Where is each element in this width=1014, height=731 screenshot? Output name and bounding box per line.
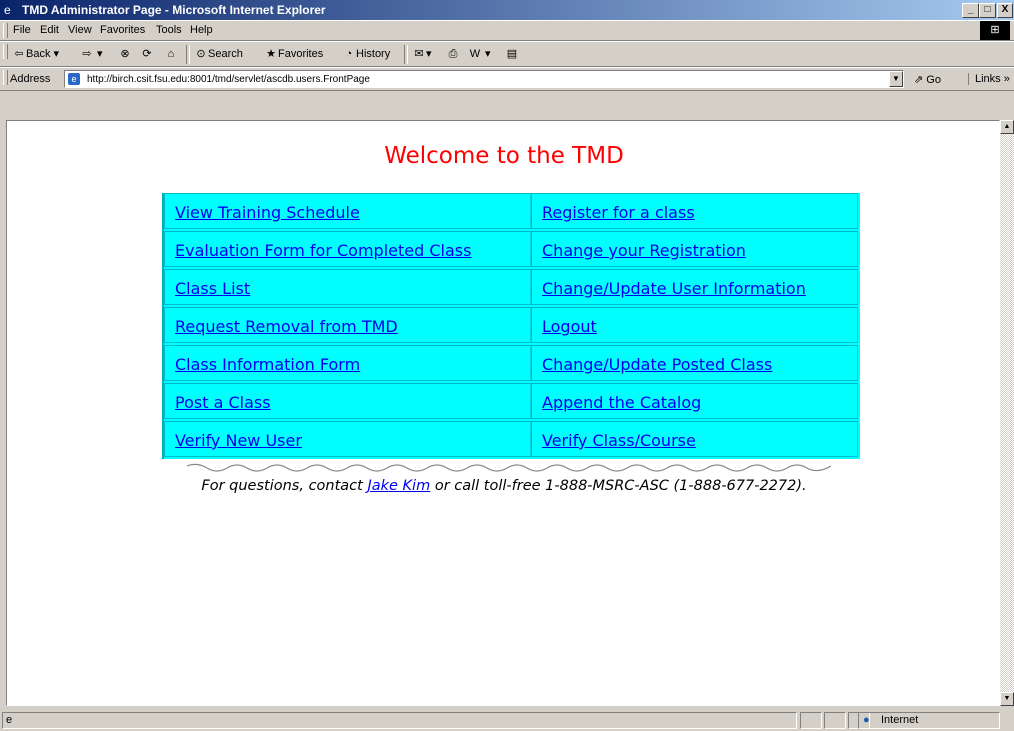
table-cell: Change/Update User Information: [531, 269, 858, 305]
link-evaluation-form[interactable]: Evaluation Form for Completed Class: [175, 241, 471, 260]
status-bar: e ● Internet: [0, 710, 1014, 731]
page-status-icon: e: [6, 714, 13, 726]
address-input[interactable]: [87, 72, 867, 86]
link-update-posted-class[interactable]: Change/Update Posted Class: [542, 355, 772, 374]
word-icon: W: [469, 48, 481, 61]
table-cell: Change/Update Posted Class: [531, 345, 858, 381]
discuss-button[interactable]: ▤: [505, 47, 519, 61]
menu-bar: File Edit View Favorites Tools Help ⊞: [0, 20, 1014, 41]
history-button[interactable]: ◔ History: [342, 47, 391, 61]
table-cell: Register for a class: [531, 193, 858, 229]
table-cell: Post a Class: [164, 383, 531, 419]
mail-button[interactable]: ✉ ▾: [412, 47, 431, 61]
table-cell: Change your Registration: [531, 231, 858, 267]
minimize-button[interactable]: _: [962, 3, 979, 18]
home-button[interactable]: ⌂: [164, 47, 178, 61]
refresh-icon: ⟳: [142, 48, 152, 60]
menu-view[interactable]: View: [68, 24, 92, 36]
links-button[interactable]: Links »: [968, 73, 1010, 85]
link-post-a-class[interactable]: Post a Class: [175, 393, 271, 412]
page-icon: e: [68, 73, 80, 85]
forward-button[interactable]: ⇨ ▾: [80, 47, 102, 61]
squiggle-divider: [187, 463, 831, 472]
back-arrow-icon: ⇦: [14, 48, 24, 61]
status-text-pane: e: [2, 712, 797, 729]
title-bar: e TMD Administrator Page - Microsoft Int…: [0, 0, 1014, 20]
forward-arrow-icon: ⇨: [82, 48, 92, 61]
search-button[interactable]: ⊙ Search: [194, 47, 242, 61]
vertical-scrollbar[interactable]: ▲ ▼: [1000, 120, 1014, 706]
menu-table: View Training Schedule Register for a cl…: [162, 193, 860, 459]
menu-file[interactable]: File: [13, 24, 31, 36]
scroll-down-button[interactable]: ▼: [1000, 692, 1014, 706]
maximize-button[interactable]: □: [979, 3, 996, 18]
window-title: TMD Administrator Page - Microsoft Inter…: [22, 3, 326, 17]
favorites-icon: ★: [266, 48, 276, 60]
edit-word-button[interactable]: W ▾: [468, 47, 491, 61]
contact-line: For questions, contact Jake Kim or call …: [201, 478, 807, 494]
stop-icon: ⊗: [120, 48, 130, 60]
close-button[interactable]: X: [997, 3, 1013, 18]
link-verify-new-user[interactable]: Verify New User: [175, 431, 302, 450]
address-dropdown-button[interactable]: ▼: [889, 71, 903, 87]
table-cell: Request Removal from TMD: [164, 307, 531, 343]
address-bar: Address e ▼ ⇗ Go Links »: [0, 67, 1014, 91]
page-title: Welcome to the TMD: [384, 143, 624, 169]
link-verify-class-course[interactable]: Verify Class/Course: [542, 431, 696, 450]
link-class-list[interactable]: Class List: [175, 279, 250, 298]
menu-tools[interactable]: Tools: [156, 24, 182, 36]
table-cell: Logout: [531, 307, 858, 343]
windows-logo-icon: ⊞: [980, 21, 1010, 40]
menu-help[interactable]: Help: [190, 24, 213, 36]
refresh-button[interactable]: ⟳: [140, 47, 154, 61]
stop-button[interactable]: ⊗: [118, 47, 132, 61]
link-change-registration[interactable]: Change your Registration: [542, 241, 746, 260]
link-view-training-schedule[interactable]: View Training Schedule: [175, 203, 360, 222]
table-cell: Class List: [164, 269, 531, 305]
menu-favorites[interactable]: Favorites: [100, 24, 145, 36]
favorites-button[interactable]: ★ Favorites: [264, 47, 323, 61]
table-cell: Verify Class/Course: [531, 421, 858, 457]
table-cell: Class Information Form: [164, 345, 531, 381]
address-label: Address: [10, 73, 51, 85]
go-arrow-icon: ⇗: [914, 74, 924, 86]
menu-edit[interactable]: Edit: [40, 24, 59, 36]
home-icon: ⌂: [167, 48, 175, 60]
link-update-user-information[interactable]: Change/Update User Information: [542, 279, 806, 298]
print-icon: ⎙: [448, 48, 458, 60]
toolbar: ⇦ Back ▾ ⇨ ▾ ⊗ ⟳ ⌂ ⊙ Search ★ Favorites ◔ Hi…: [0, 41, 1014, 67]
mail-icon: ✉: [414, 48, 424, 61]
link-request-removal[interactable]: Request Removal from TMD: [175, 317, 398, 336]
back-button[interactable]: ⇦ Back ▾: [12, 47, 59, 61]
link-register-for-class[interactable]: Register for a class: [542, 203, 695, 222]
link-logout[interactable]: Logout: [542, 317, 597, 336]
link-class-information-form[interactable]: Class Information Form: [175, 355, 360, 374]
table-cell: Verify New User: [164, 421, 531, 457]
contact-link-jake-kim[interactable]: Jake Kim: [367, 478, 430, 494]
history-icon: ◔: [345, 48, 353, 60]
print-button[interactable]: ⎙: [446, 47, 460, 61]
address-field[interactable]: e ▼: [64, 70, 904, 88]
table-cell: Evaluation Form for Completed Class: [164, 231, 531, 267]
table-cell: View Training Schedule: [164, 193, 531, 229]
discuss-icon: ▤: [506, 48, 518, 60]
search-icon: ⊙: [196, 48, 206, 60]
ie-logo-icon: e: [4, 3, 11, 17]
globe-icon: ●: [863, 714, 870, 726]
table-cell: Append the Catalog: [531, 383, 858, 419]
zone-pane: ● Internet: [858, 712, 1000, 729]
link-append-catalog[interactable]: Append the Catalog: [542, 393, 701, 412]
go-button[interactable]: ⇗ Go: [914, 73, 941, 86]
page-viewport: Welcome to the TMD View Training Schedul…: [6, 120, 1000, 706]
scroll-up-button[interactable]: ▲: [1000, 120, 1014, 134]
